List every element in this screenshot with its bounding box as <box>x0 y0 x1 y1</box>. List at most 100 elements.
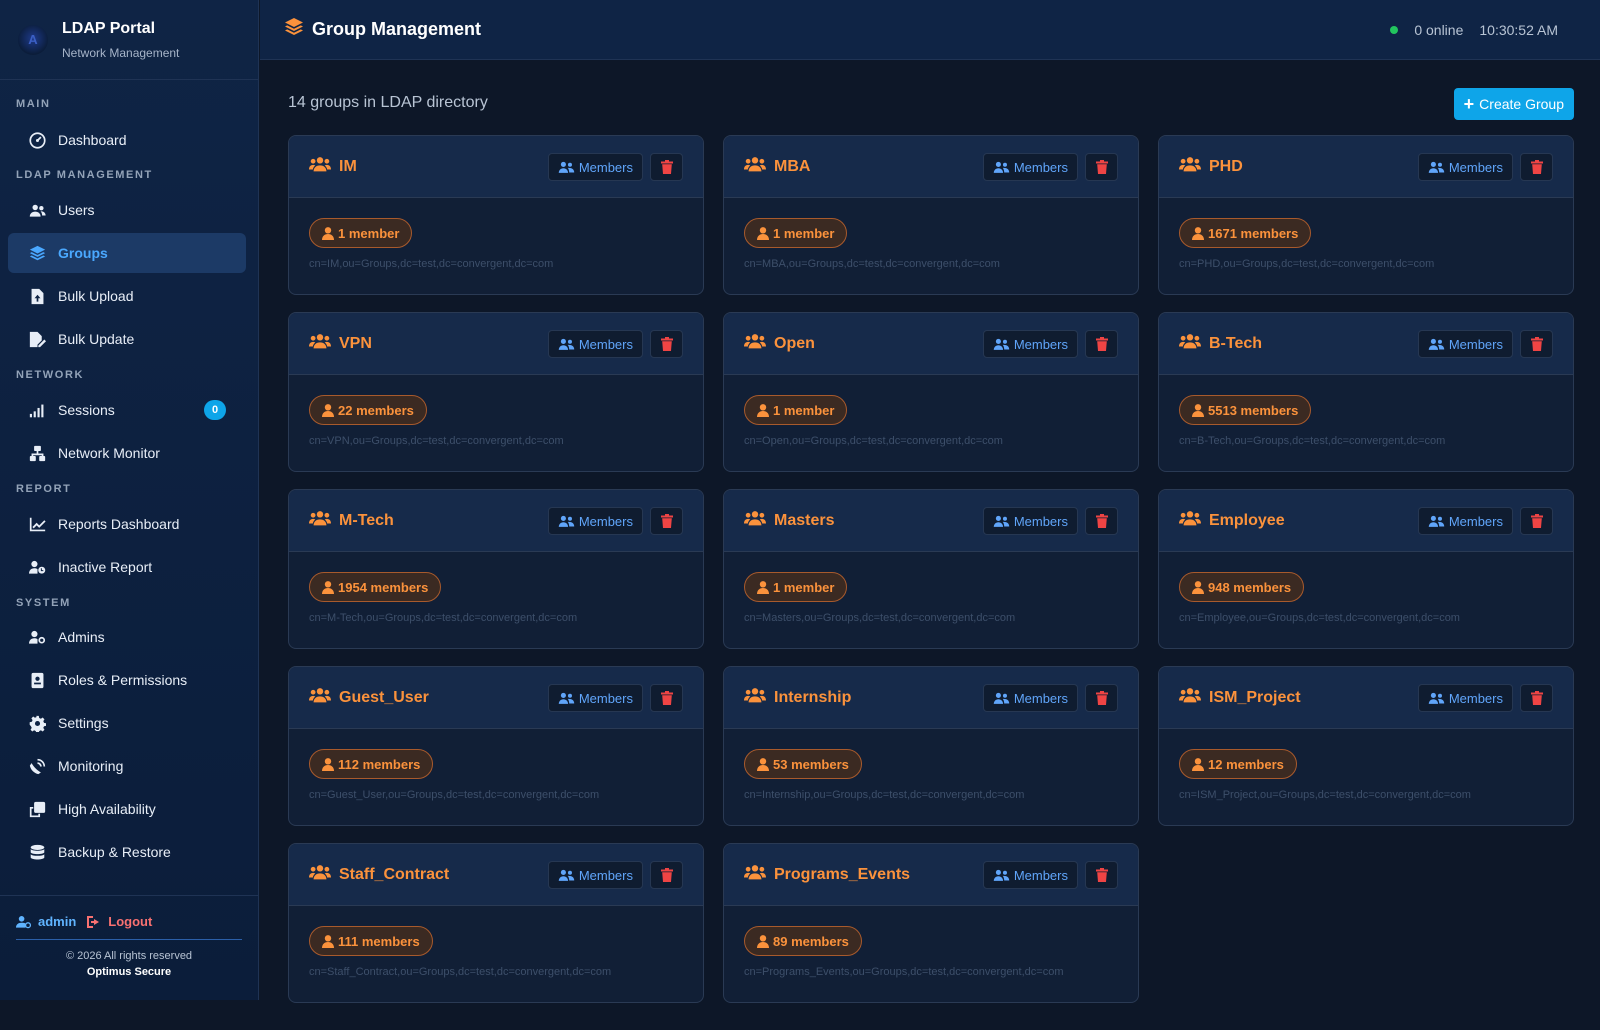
trash-icon <box>1095 514 1108 528</box>
group-dn: cn=M-Tech,ou=Groups,dc=test,dc=convergen… <box>309 612 578 624</box>
delete-group-button[interactable] <box>1085 507 1118 535</box>
sidebar-item-groups[interactable]: Groups <box>8 233 246 273</box>
user-clock-icon <box>28 558 46 576</box>
delete-group-button[interactable] <box>1085 330 1118 358</box>
user-group-icon <box>1179 332 1201 355</box>
delete-group-button[interactable] <box>1085 861 1118 889</box>
members-button-label: Members <box>578 867 633 883</box>
delete-group-button[interactable] <box>650 684 683 712</box>
group-card-header: M-Tech Members <box>289 490 703 552</box>
sidebar-item-network-monitor[interactable]: Network Monitor <box>8 433 246 473</box>
delete-group-button[interactable] <box>650 330 683 358</box>
members-button[interactable]: Members <box>982 684 1078 712</box>
group-card-header: Internship Members <box>724 667 1138 729</box>
delete-group-button[interactable] <box>1520 684 1553 712</box>
members-button[interactable]: Members <box>547 684 643 712</box>
nav-section-system: SYSTEM <box>16 597 71 609</box>
group-dn: cn=Staff_Contract,ou=Groups,dc=test,dc=c… <box>309 966 612 978</box>
brand[interactable]: A LDAP Portal Network Management <box>0 0 258 80</box>
users-icon <box>1428 515 1449 528</box>
group-dn: cn=B-Tech,ou=Groups,dc=test,dc=convergen… <box>1179 435 1446 447</box>
delete-group-button[interactable] <box>650 153 683 181</box>
delete-group-button[interactable] <box>650 861 683 889</box>
user-icon <box>1192 226 1208 240</box>
members-button-label: Members <box>1013 690 1068 706</box>
user-icon <box>757 934 773 948</box>
members-button[interactable]: Members <box>547 330 643 358</box>
nav-section-network: NETWORK <box>16 369 85 381</box>
sidebar-item-high-availability[interactable]: High Availability <box>8 789 246 829</box>
nav-section-ldap-management: LDAP MANAGEMENT <box>16 169 153 181</box>
user-icon <box>757 226 773 240</box>
sidebar-item-monitoring[interactable]: Monitoring <box>8 746 246 786</box>
sidebar-item-dashboard[interactable]: Dashboard <box>8 120 246 160</box>
sidebar-item-inactive-report[interactable]: Inactive Report <box>8 547 246 587</box>
logout-link[interactable]: Logout <box>86 914 152 929</box>
user-gear-icon <box>16 915 32 928</box>
user-icon <box>1192 580 1208 594</box>
layers-icon <box>28 244 46 262</box>
group-card-vpn: VPN Members 22 members cn=VPN,ou=Groups,dc=… <box>288 312 704 472</box>
group-dn: cn=Guest_User,ou=Groups,dc=test,dc=conve… <box>309 789 600 801</box>
admin-username: admin <box>38 914 77 929</box>
members-button[interactable]: Members <box>982 330 1078 358</box>
group-name: Employee <box>1209 511 1285 529</box>
sidebar-item-backup-restore[interactable]: Backup & Restore <box>8 832 246 872</box>
group-card-m-tech: M-Tech Members 1954 members cn=M-Tech,ou=Gr… <box>288 489 704 649</box>
online-count: 0 online <box>1414 22 1464 38</box>
delete-group-button[interactable] <box>1520 507 1553 535</box>
user-group-icon <box>1179 686 1201 709</box>
trash-icon <box>660 160 673 174</box>
users-icon <box>993 161 1014 174</box>
sidebar-item-bulk-update[interactable]: Bulk Update <box>8 319 246 359</box>
members-button[interactable]: Members <box>1417 153 1513 181</box>
delete-group-button[interactable] <box>1520 153 1553 181</box>
group-dn: cn=Programs_Events,ou=Groups,dc=test,dc=… <box>744 966 1064 978</box>
topbar: Group Management 0 online 10:30:52 AM <box>260 0 1600 60</box>
sidebar-item-sessions[interactable]: Sessions 0 <box>8 390 246 430</box>
members-button[interactable]: Members <box>1417 330 1513 358</box>
create-group-button[interactable]: + Create Group <box>1453 88 1574 120</box>
members-button[interactable]: Members <box>1417 507 1513 535</box>
sidebar-item-admins[interactable]: Admins <box>8 617 246 657</box>
delete-group-button[interactable] <box>1085 153 1118 181</box>
delete-group-button[interactable] <box>1520 330 1553 358</box>
sidebar-item-bulk-upload[interactable]: Bulk Upload <box>8 276 246 316</box>
group-card-header: Programs_Events Members <box>724 844 1138 906</box>
delete-group-button[interactable] <box>1085 684 1118 712</box>
members-button-label: Members <box>1448 690 1503 706</box>
members-button[interactable]: Members <box>982 153 1078 181</box>
members-button[interactable]: Members <box>547 861 643 889</box>
trash-icon <box>1530 160 1543 174</box>
sidebar-item-users[interactable]: Users <box>8 190 246 230</box>
members-button[interactable]: Members <box>547 153 643 181</box>
member-count: 53 members <box>773 756 849 772</box>
sidebar-item-reports-dashboard[interactable]: Reports Dashboard <box>8 504 246 544</box>
sidebar-item-roles-permissions[interactable]: Roles & Permissions <box>8 660 246 700</box>
group-name: M-Tech <box>339 511 394 529</box>
trash-icon <box>1095 337 1108 351</box>
group-card-header: ISM_Project Members <box>1159 667 1573 729</box>
logout-icon <box>87 915 100 928</box>
users-icon <box>1428 692 1449 705</box>
member-count-badge: 22 members <box>309 395 427 425</box>
group-name: Guest_User <box>339 688 429 706</box>
user-gear-icon <box>28 628 46 646</box>
group-card-programs-events: Programs_Events Members 89 members cn=Progr… <box>723 843 1139 1003</box>
brand-title: LDAP Portal <box>62 19 156 37</box>
admin-user-link[interactable]: admin <box>16 914 76 929</box>
sidebar-item-label: Bulk Upload <box>58 288 134 304</box>
members-button[interactable]: Members <box>1417 684 1513 712</box>
members-button[interactable]: Members <box>982 861 1078 889</box>
sidebar-item-settings[interactable]: Settings <box>8 703 246 743</box>
users-icon <box>558 161 579 174</box>
delete-group-button[interactable] <box>650 507 683 535</box>
copyright: © 2026 All rights reserved <box>65 950 193 962</box>
members-button[interactable]: Members <box>547 507 643 535</box>
group-name: IM <box>339 157 357 175</box>
members-button-label: Members <box>1448 513 1503 529</box>
member-count-badge: 12 members <box>1179 749 1297 779</box>
user-group-icon <box>309 155 331 178</box>
members-button[interactable]: Members <box>982 507 1078 535</box>
group-card-header: VPN Members <box>289 313 703 375</box>
